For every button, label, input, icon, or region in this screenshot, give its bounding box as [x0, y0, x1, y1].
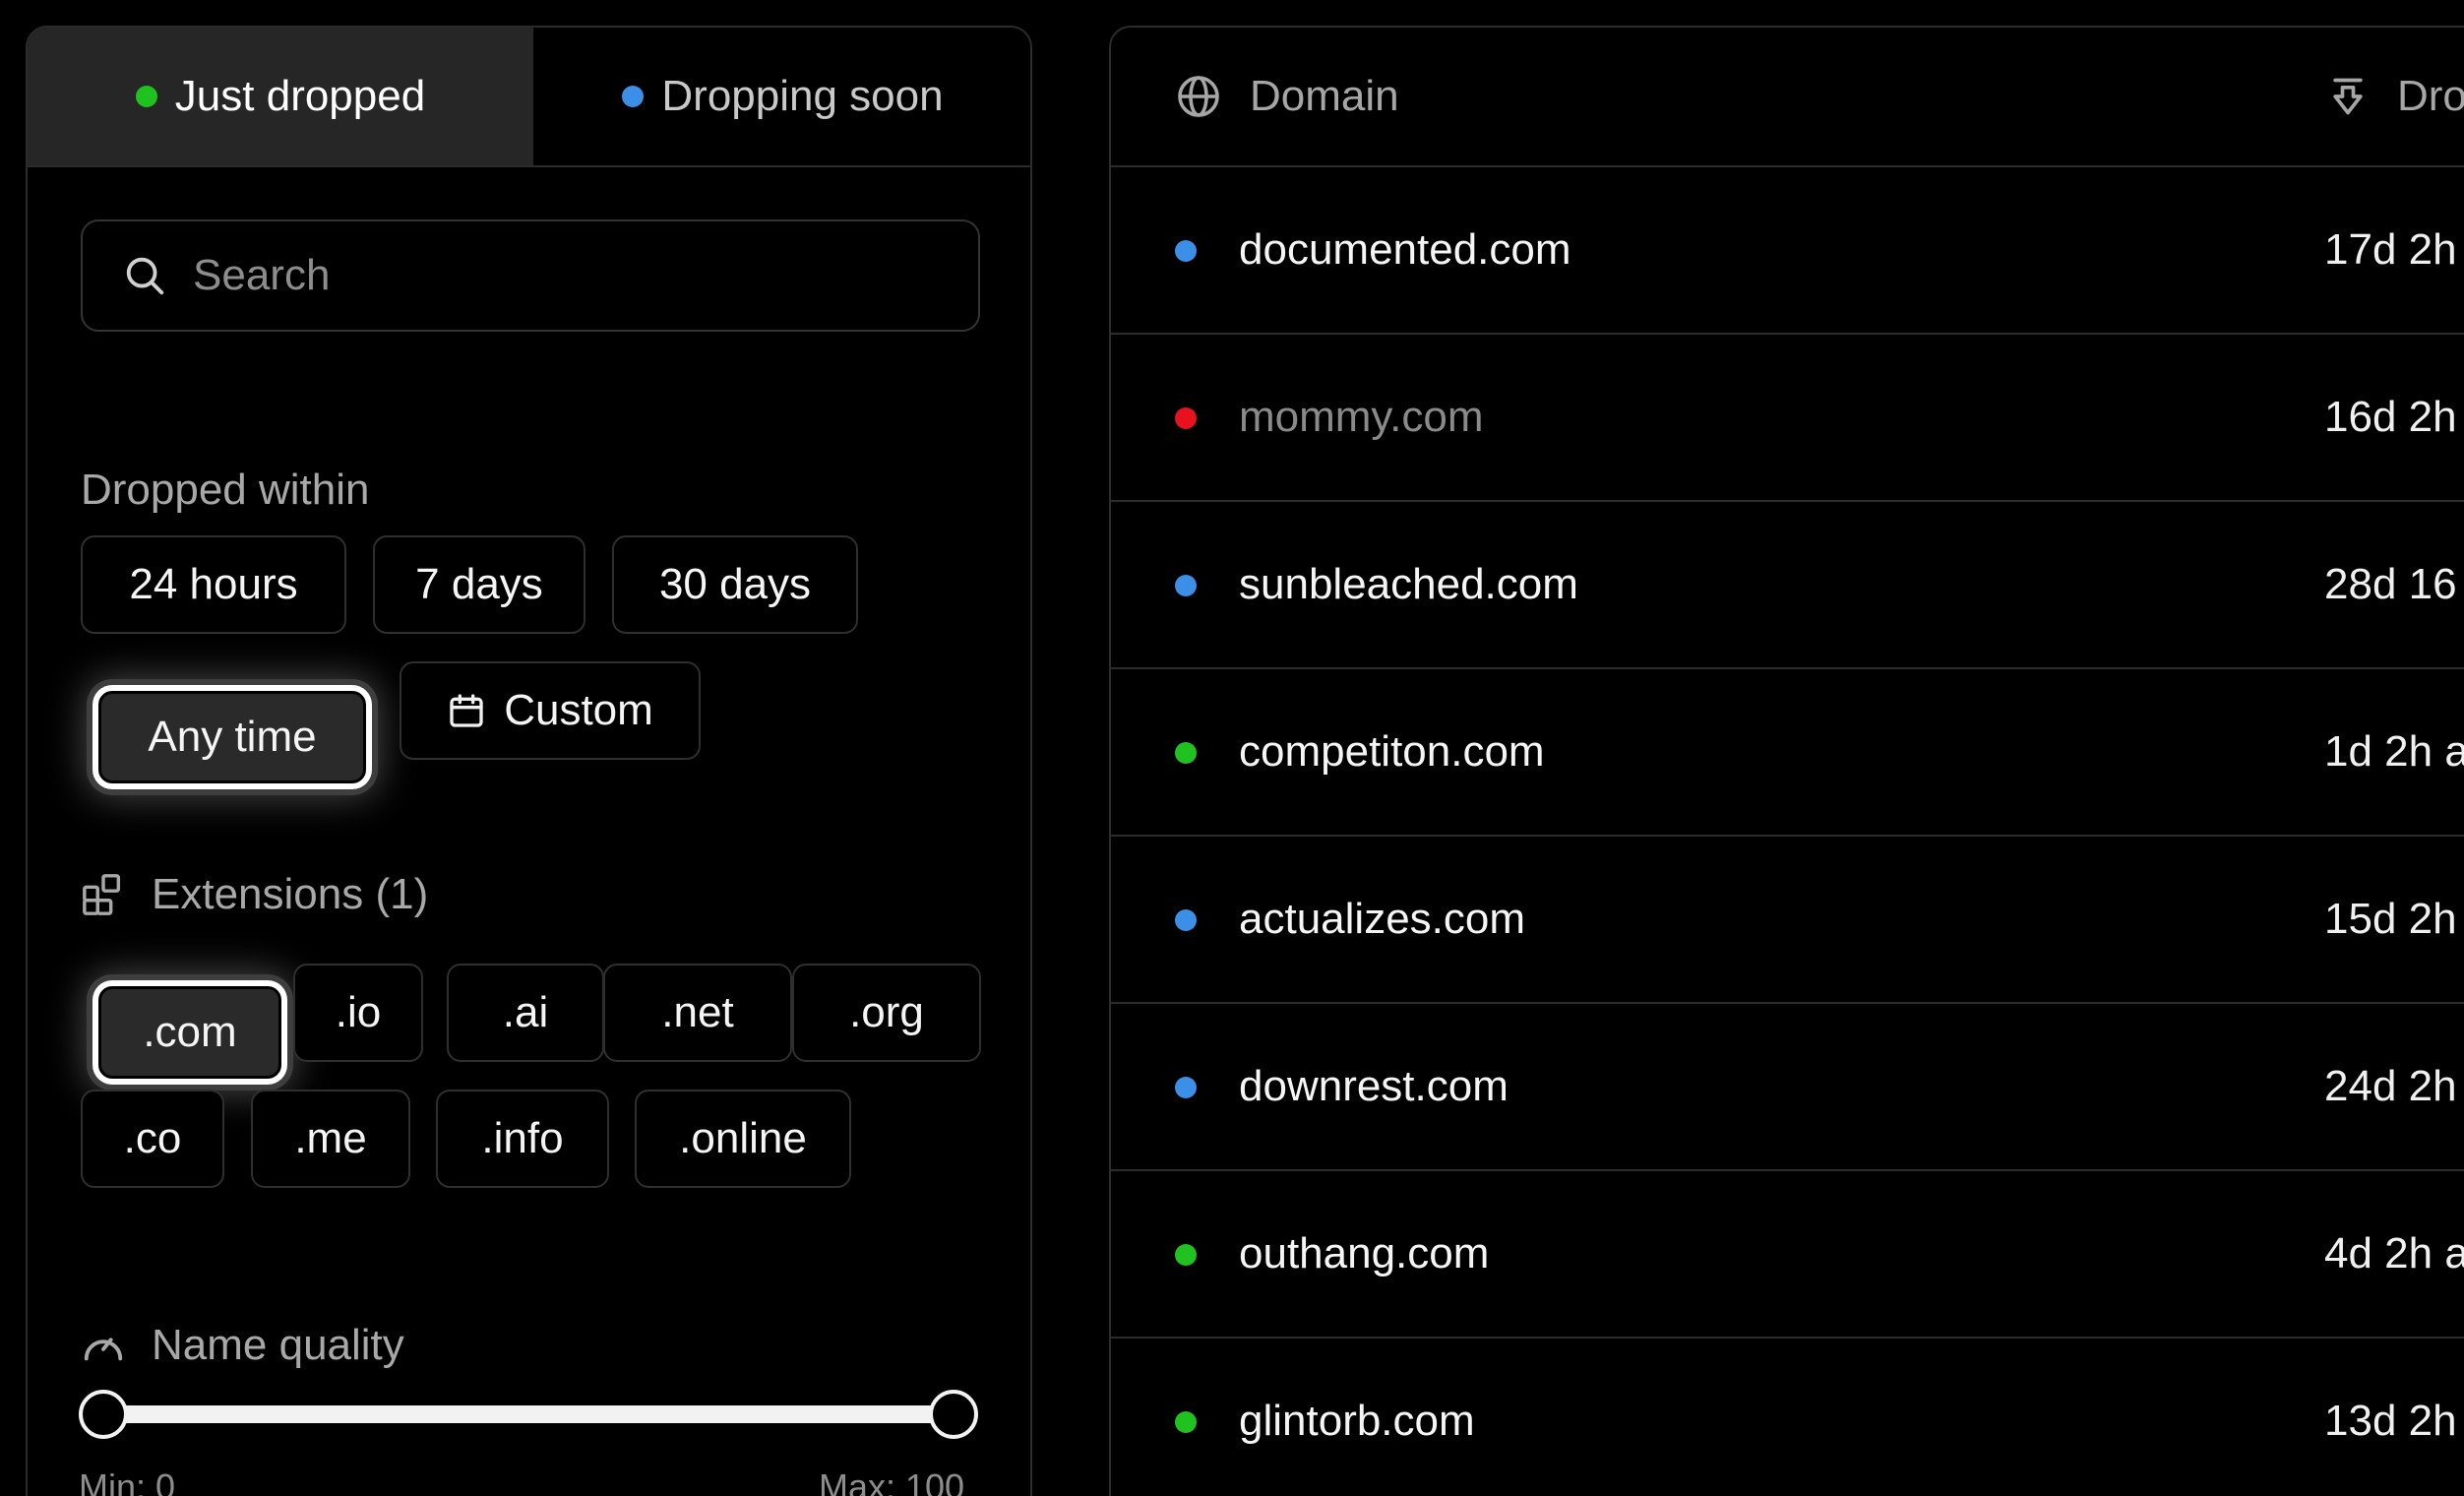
green-status-dot-icon	[1175, 742, 1197, 764]
green-status-dot-icon	[1175, 1244, 1197, 1266]
calendar-icon	[450, 694, 483, 727]
domain-name: outhang.com	[1239, 1229, 1490, 1278]
column-drop-time-header[interactable]: Dro	[2326, 28, 2464, 165]
table-row[interactable]: glintorb.com 13d 2h	[1111, 1339, 2464, 1496]
ext-net-label: .net	[661, 988, 734, 1036]
extensions-grid-icon	[83, 874, 121, 915]
ext-com-label: .com	[143, 1008, 237, 1056]
ext-co-button[interactable]: .co	[81, 1090, 224, 1188]
tab-just-dropped[interactable]: Just dropped	[28, 28, 533, 165]
domain-name: competiton.com	[1239, 727, 1545, 776]
domain-name: mommy.com	[1239, 393, 1484, 441]
tab-bar: Just dropped Dropping soon	[28, 28, 1030, 167]
tab-just-dropped-label: Just dropped	[174, 72, 426, 120]
ext-com-button[interactable]: .com	[98, 986, 281, 1079]
name-quality-header: Name quality	[81, 1321, 404, 1370]
domain-name: downrest.com	[1239, 1062, 1509, 1110]
name-quality-slider-track[interactable]	[102, 1405, 955, 1423]
ext-ai-button[interactable]: .ai	[447, 964, 604, 1062]
range-7-days-label: 7 days	[415, 560, 543, 608]
column-domain-header[interactable]: Domain	[1175, 28, 1399, 165]
range-7-days-button[interactable]: 7 days	[373, 535, 585, 634]
extensions-header: Extensions (1)	[81, 870, 428, 919]
search-icon	[126, 257, 164, 295]
tab-dropping-soon-label: Dropping soon	[661, 72, 944, 120]
green-status-dot-icon	[135, 86, 157, 107]
table-row[interactable]: actualizes.com 15d 2h	[1111, 837, 2464, 1004]
ext-online-label: .online	[679, 1114, 807, 1162]
name-quality-label: Name quality	[152, 1321, 404, 1369]
name-quality-max-thumb[interactable]	[929, 1390, 978, 1439]
domain-name: documented.com	[1239, 225, 1571, 274]
table-header: Domain Dro	[1111, 28, 2464, 167]
range-30-days-label: 30 days	[658, 560, 812, 608]
range-custom-label: Custom	[504, 686, 653, 734]
range-custom-button[interactable]: Custom	[400, 661, 701, 760]
drop-time: 13d 2h	[2324, 1397, 2457, 1445]
drop-time: 28d 16	[2324, 560, 2457, 608]
range-any-time-button[interactable]: Any time	[98, 691, 366, 783]
ext-info-label: .info	[481, 1114, 564, 1162]
domain-name: actualizes.com	[1239, 895, 1526, 943]
table-row[interactable]: outhang.com 4d 2h a	[1111, 1171, 2464, 1339]
table-row[interactable]: documented.com 17d 2h	[1111, 167, 2464, 335]
blue-status-dot-icon	[1175, 575, 1197, 596]
search-input[interactable]	[193, 251, 941, 300]
range-30-days-button[interactable]: 30 days	[612, 535, 858, 634]
blue-status-dot-icon	[1175, 240, 1197, 262]
column-drop-time-label: Dro	[2397, 72, 2464, 120]
name-quality-min-label: Min: 0	[79, 1466, 176, 1496]
table-row[interactable]: sunbleached.com 28d 16	[1111, 502, 2464, 669]
green-status-dot-icon	[1175, 1411, 1197, 1433]
filter-panel: Just dropped Dropping soon Dropped withi…	[26, 26, 1032, 1496]
blue-status-dot-icon	[1175, 1077, 1197, 1098]
ext-online-button[interactable]: .online	[635, 1090, 851, 1188]
app-root: Just dropped Dropping soon Dropped withi…	[0, 0, 2464, 1496]
table-row[interactable]: downrest.com 24d 2h	[1111, 1004, 2464, 1171]
ext-net-button[interactable]: .net	[603, 964, 792, 1062]
ext-me-button[interactable]: .me	[251, 1090, 410, 1188]
ext-org-label: .org	[849, 988, 924, 1036]
drop-time: 16d 2h	[2324, 393, 2457, 441]
ext-me-label: .me	[294, 1114, 367, 1162]
extensions-label: Extensions (1)	[152, 870, 429, 918]
search-field[interactable]	[81, 219, 980, 332]
table-row[interactable]: mommy.com 16d 2h	[1111, 335, 2464, 502]
drop-time: 17d 2h	[2324, 225, 2457, 274]
blue-status-dot-icon	[1175, 909, 1197, 931]
table-row[interactable]: competiton.com 1d 2h a	[1111, 669, 2464, 837]
red-status-dot-icon	[1175, 407, 1197, 429]
ext-co-label: .co	[123, 1114, 182, 1162]
drop-time: 1d 2h a	[2324, 727, 2464, 776]
tab-dropping-soon[interactable]: Dropping soon	[533, 28, 1030, 165]
ext-info-button[interactable]: .info	[436, 1090, 609, 1188]
range-24-hours-button[interactable]: 24 hours	[81, 535, 346, 634]
domain-name: glintorb.com	[1239, 1397, 1475, 1445]
globe-icon	[1178, 76, 1219, 117]
drop-time: 4d 2h a	[2324, 1229, 2464, 1278]
column-domain-label: Domain	[1250, 72, 1399, 120]
name-quality-min-thumb[interactable]	[79, 1390, 128, 1439]
ext-org-button[interactable]: .org	[792, 964, 981, 1062]
ext-io-button[interactable]: .io	[293, 964, 423, 1062]
domain-name: sunbleached.com	[1239, 560, 1578, 608]
ext-io-label: .io	[335, 988, 382, 1036]
range-24-hours-label: 24 hours	[129, 560, 298, 608]
domain-table: Domain Dro documented.com 17d 2h mommy.c…	[1109, 26, 2464, 1496]
dropped-within-label: Dropped within	[81, 466, 370, 515]
gauge-icon	[84, 1338, 123, 1361]
dropped-within-text: Dropped within	[81, 466, 370, 514]
drop-time: 24d 2h	[2324, 1062, 2457, 1110]
ext-ai-label: .ai	[502, 988, 549, 1036]
range-any-time-label: Any time	[148, 713, 317, 761]
drop-time: 15d 2h	[2324, 895, 2457, 943]
name-quality-max-label: Max: 100	[819, 1466, 965, 1496]
drop-arrow-icon	[2333, 78, 2363, 115]
blue-status-dot-icon	[622, 86, 645, 107]
